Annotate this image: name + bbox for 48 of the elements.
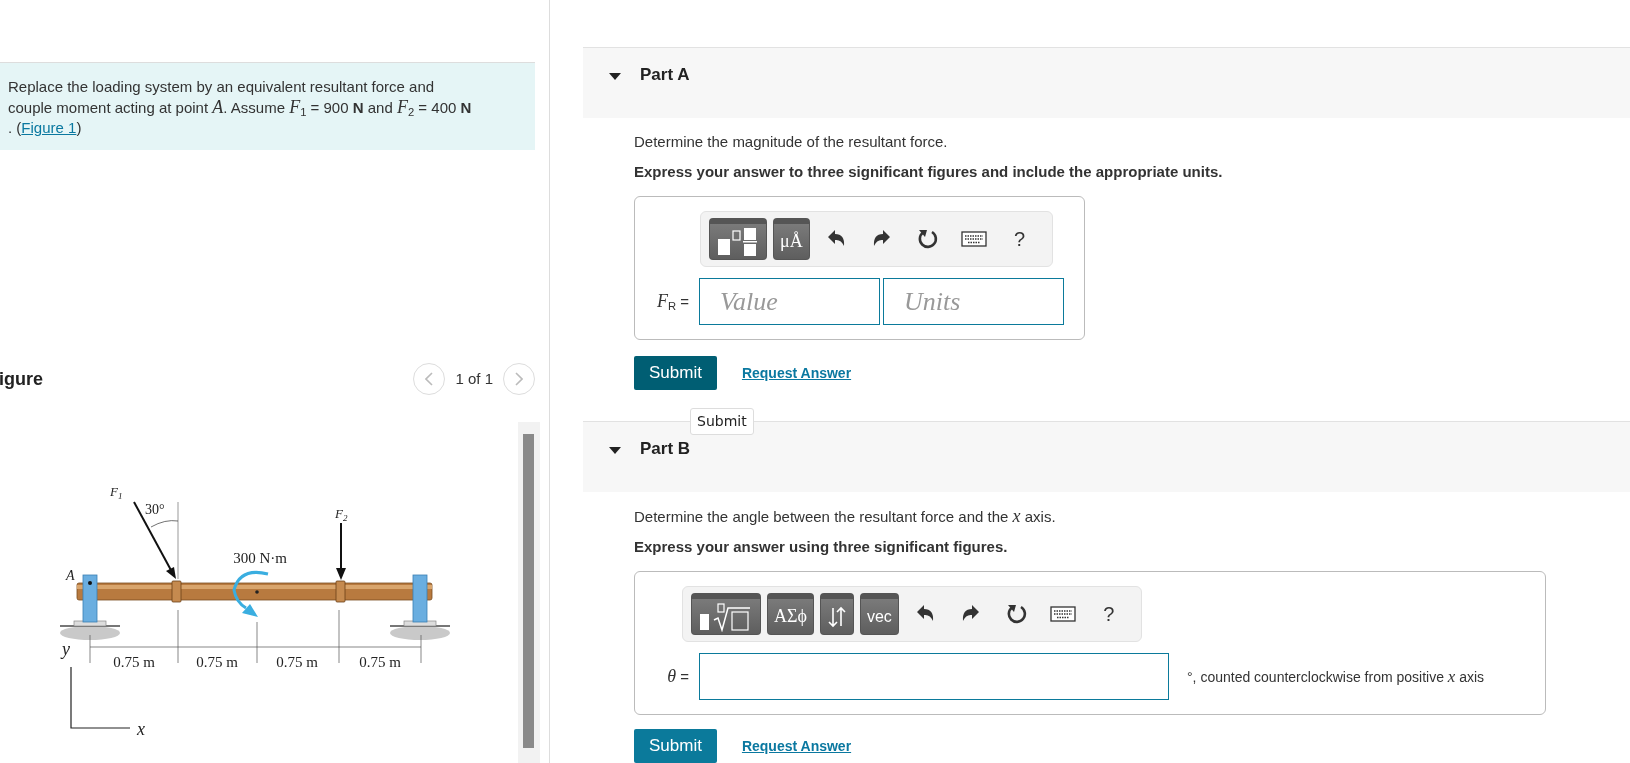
instruction-text: Express your answer to three significant figures and include the appropriate units. bbox=[634, 162, 1224, 182]
figure-title: igure bbox=[0, 367, 43, 391]
template-button[interactable] bbox=[691, 593, 761, 635]
question-text: Determine the magnitude of the resultant force. bbox=[634, 132, 949, 152]
symbol-button[interactable]: ΑΣϕ bbox=[767, 593, 814, 635]
moment-arrow bbox=[232, 570, 269, 617]
instruction-text: Express your answer using three significant figures. bbox=[634, 537, 1009, 557]
dimension-label: 0.75 m bbox=[196, 654, 238, 670]
template-button[interactable] bbox=[709, 218, 767, 260]
symbol-button[interactable]: vec bbox=[859, 593, 899, 635]
keyboard-icon[interactable] bbox=[1049, 606, 1076, 622]
request-answer-link[interactable]: Request Answer bbox=[741, 735, 852, 757]
angle-label: 30° bbox=[145, 502, 165, 517]
answer-field[interactable]: Units bbox=[883, 278, 1064, 325]
force-label: F$_{1}$ bbox=[110, 484, 123, 501]
page-counter: 1 of 1 bbox=[455, 368, 493, 389]
scrollbar-thumb[interactable] bbox=[523, 434, 534, 748]
figure-link[interactable]: Figure 1 bbox=[21, 119, 77, 136]
symbol-button[interactable]: μÅ bbox=[773, 218, 810, 260]
template-icon bbox=[716, 226, 760, 257]
chevron-right-icon bbox=[515, 372, 523, 386]
part-header[interactable]: Part A bbox=[583, 47, 1630, 118]
answer-field[interactable]: Value bbox=[699, 278, 880, 325]
chevron-left-icon bbox=[425, 372, 434, 386]
submit-button[interactable]: Submit bbox=[634, 729, 717, 763]
dimension-label: 0.75 m bbox=[276, 654, 318, 670]
answer-label: F$_{R}$ = bbox=[655, 290, 690, 314]
axis-label: y bbox=[62, 639, 70, 659]
dimension-label: 0.75 m bbox=[113, 654, 155, 670]
submit-button[interactable]: Submit bbox=[634, 356, 717, 390]
problem-statement: Replace the loading system by an equivalent resultant force and couple moment acting at point A. Assume F$_{1}$ = 900 N and F$_{2}$ = 400 N . (Figure 1) bbox=[0, 62, 535, 150]
unit-note: °, counted counterclockwise from positive x axis bbox=[1187, 665, 1485, 688]
question-text: Determine the angle between the resultant force and the x axis. bbox=[634, 506, 1057, 527]
force-arrow bbox=[336, 522, 346, 580]
help-button[interactable]: ? bbox=[1088, 598, 1129, 630]
arrows-icon bbox=[826, 605, 847, 628]
axis-label: x bbox=[137, 719, 145, 739]
help-button[interactable]: ? bbox=[999, 223, 1040, 255]
request-answer-link[interactable]: Request Answer bbox=[741, 362, 852, 384]
point-label: A bbox=[66, 568, 75, 583]
tooltip: Submit bbox=[690, 408, 754, 435]
dimension-label: 0.75 m bbox=[359, 654, 401, 670]
moment-label: 300 N·m bbox=[233, 550, 287, 566]
keyboard-icon[interactable] bbox=[960, 231, 987, 247]
answer-label: θ = bbox=[666, 665, 690, 688]
force-label: F$_{2}$ bbox=[335, 506, 348, 523]
arrows-button[interactable] bbox=[819, 593, 854, 635]
answer-field[interactable] bbox=[699, 653, 1169, 700]
